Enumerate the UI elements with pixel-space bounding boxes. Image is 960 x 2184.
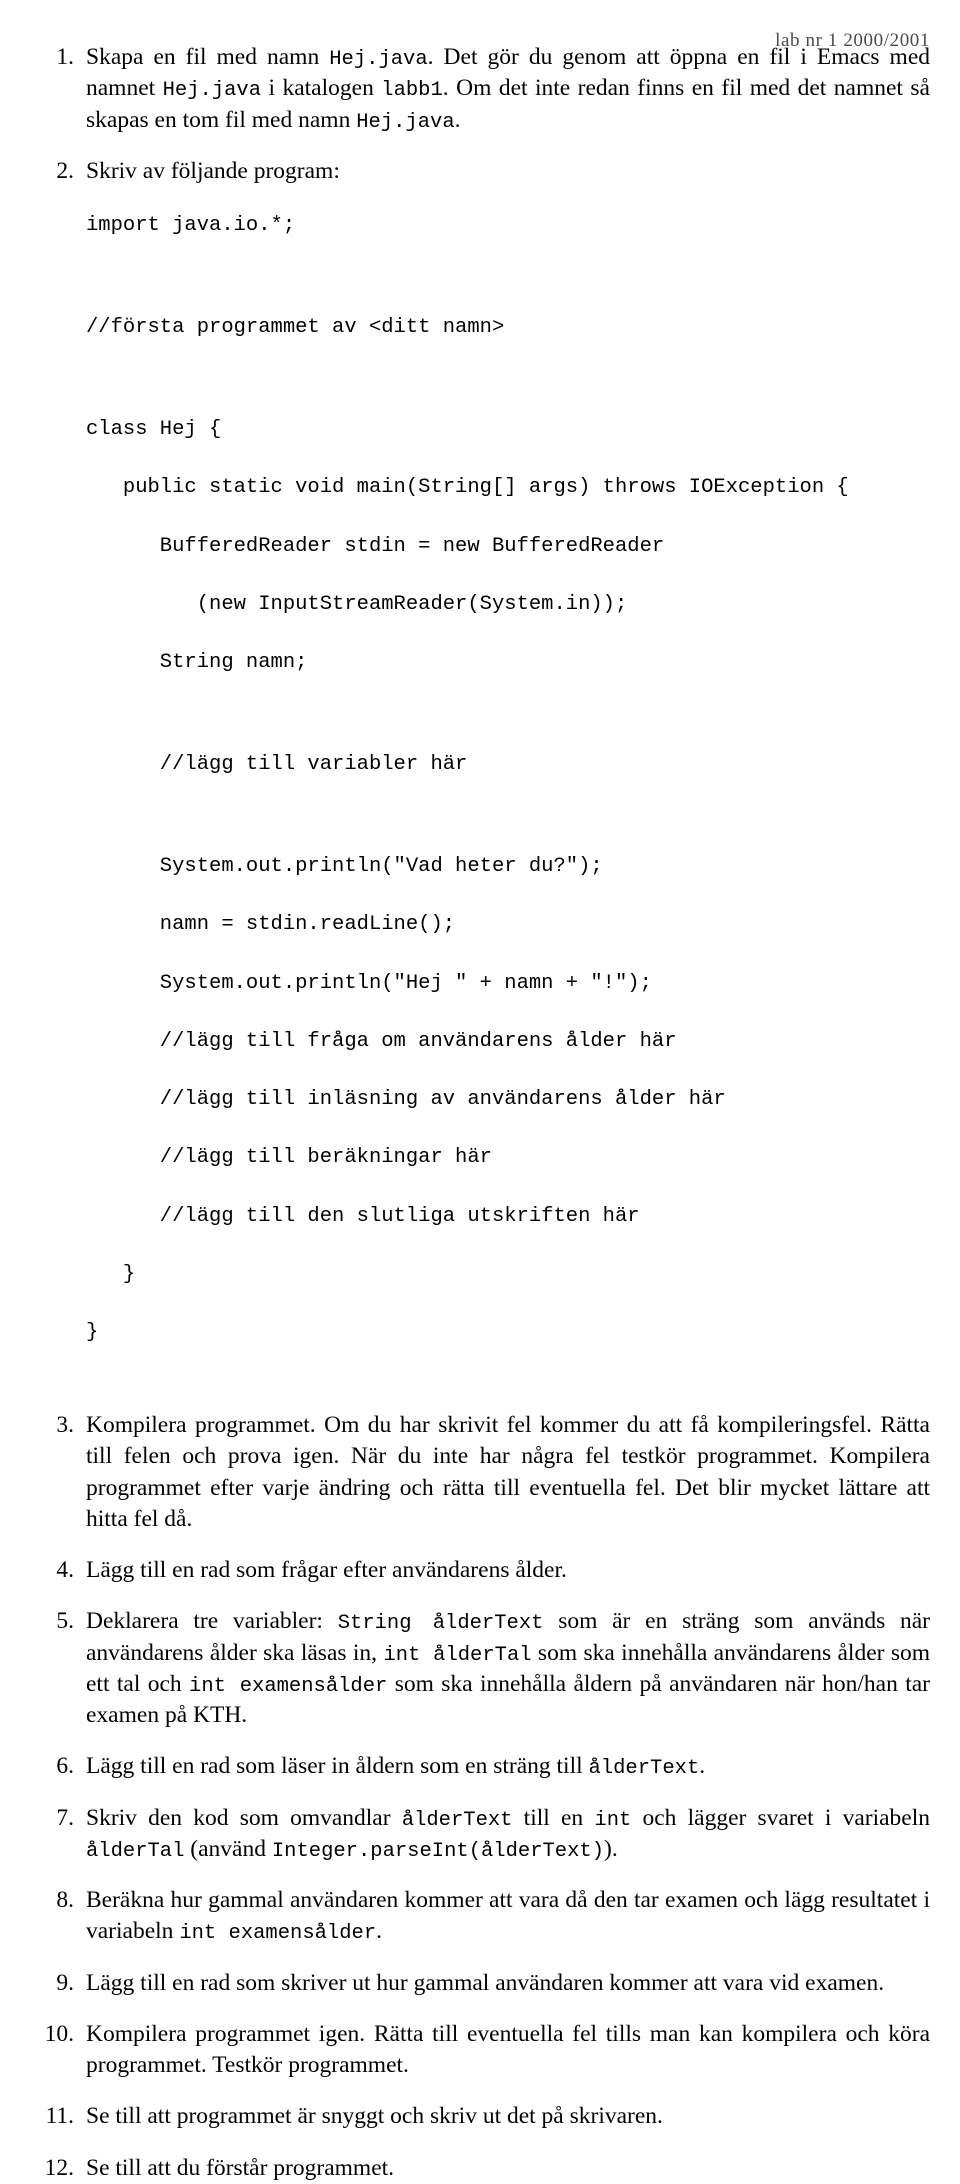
- lab-step-12: 12. Se till att du förstår programmet.: [30, 2153, 930, 2184]
- step-text: Skriv den kod som omvandlar ålderText ti…: [86, 1804, 930, 1863]
- code-line: public static void main(String[] args) t…: [86, 476, 849, 500]
- prose-text: i katalogen: [261, 75, 382, 102]
- prose-text: Deklarera tre variabler:: [86, 1608, 338, 1635]
- step-text: Kompilera programmet. Om du har skrivit …: [86, 1412, 930, 1532]
- inline-code: int: [594, 1808, 632, 1832]
- prose-text: Se till att du förstår programmet.: [86, 2154, 395, 2181]
- document-page: lab nr 1 2000/2001 1. Skapa en fil med na…: [0, 30, 960, 2181]
- lab-steps-list: 1. Skapa en fil med namn Hej.java. Det gö…: [30, 42, 930, 2184]
- prose-text: till en: [512, 1804, 595, 1831]
- code-line: namn = stdin.readLine();: [86, 913, 456, 937]
- step-text: Lägg till en rad som skriver ut hur gamm…: [86, 1970, 884, 1996]
- step-number: 2.: [56, 157, 74, 184]
- step-number: 11.: [45, 2103, 74, 2130]
- prose-text: Skriv av följande program:: [86, 157, 340, 184]
- inline-code: ålderText: [401, 1808, 513, 1832]
- lab-step-5: 5. Deklarera tre variabler: String ålderT…: [30, 1606, 930, 1731]
- inline-code: String ålderText: [337, 1612, 544, 1636]
- prose-text: (använd: [184, 1835, 272, 1862]
- lab-step-2: 2. Skriv av följande program:: [30, 156, 930, 187]
- code-line: class Hej {: [86, 418, 222, 442]
- step-text: Lägg till en rad som läser in åldern som…: [86, 1753, 706, 1781]
- code-line: System.out.println("Vad heter du?");: [86, 855, 603, 879]
- step-number: 4.: [56, 1557, 74, 1584]
- inline-code: Hej.java: [162, 79, 262, 103]
- code-line: System.out.println("Hej " + namn + "!");: [86, 971, 652, 995]
- step-number: 12.: [44, 2154, 74, 2181]
- lab-step-10: 10. Kompilera programmet igen. Rätta till…: [30, 2019, 930, 2082]
- code-line: //lägg till den slutliga utskriften här: [86, 1204, 640, 1228]
- step-number: 10.: [44, 2020, 74, 2047]
- lab-step-4: 4. Lägg till en rad som frågar efter anvä…: [30, 1555, 930, 1586]
- prose-text: Lägg till en rad som läser in åldern som…: [86, 1753, 589, 1780]
- lab-step-6: 6. Lägg till en rad som läser in åldern s…: [30, 1751, 930, 1782]
- step-number: 9.: [56, 1969, 74, 1996]
- step-text: Se till att programmet är snyggt och skr…: [86, 2103, 663, 2129]
- code-line: //lägg till beräkningar här: [86, 1146, 492, 1170]
- step-number: 3.: [56, 1412, 74, 1439]
- code-line: //första programmet av <ditt namn>: [86, 316, 505, 340]
- lab-step-1: 1. Skapa en fil med namn Hej.java. Det gö…: [30, 42, 930, 136]
- code-line: //lägg till inläsning av användarens åld…: [86, 1088, 726, 1112]
- prose-text: Se till att programmet är snyggt och skr…: [86, 2103, 663, 2130]
- code-line: }: [86, 1320, 99, 1344]
- inline-code: int examensålder: [179, 1922, 377, 1946]
- prose-text: .: [699, 1753, 706, 1780]
- inline-code: int examensålder: [189, 1674, 388, 1698]
- code-line: }: [86, 1262, 136, 1286]
- prose-text: Kompilera programmet igen. Rätta till ev…: [86, 2020, 930, 2079]
- step-text: Deklarera tre variabler: String ålderTex…: [86, 1608, 930, 1728]
- prose-text: ).: [604, 1835, 618, 1862]
- step-text: Kompilera programmet igen. Rätta till ev…: [86, 2021, 930, 2078]
- java-code-listing: import java.io.*; //första programmet av…: [30, 211, 930, 1376]
- step-text: Skapa en fil med namn Hej.java. Det gör …: [86, 44, 930, 134]
- prose-text: Skapa en fil med namn: [86, 44, 330, 70]
- step-number: 6.: [56, 1753, 74, 1780]
- inline-code: ålderText: [588, 1757, 700, 1781]
- code-line: BufferedReader stdin = new BufferedReade…: [86, 534, 665, 558]
- lab-step-7: 7. Skriv den kod som omvandlar ålderText …: [30, 1803, 930, 1866]
- step-number: 7.: [56, 1804, 74, 1831]
- prose-text: Kompilera programmet. Om du har skrivit …: [86, 1412, 930, 1532]
- step-number: 8.: [56, 1887, 74, 1914]
- code-line: String namn;: [86, 651, 308, 675]
- lab-step-8: 8. Beräkna hur gammal användaren kommer a…: [30, 1885, 930, 1948]
- inline-code: labb1: [381, 79, 443, 103]
- step-text: Beräkna hur gammal användaren kommer att…: [86, 1887, 930, 1946]
- code-line: (new InputStreamReader(System.in));: [86, 592, 628, 616]
- step-number: 5.: [56, 1608, 74, 1635]
- lab-step-3: 3. Kompilera programmet. Om du har skrivi…: [30, 1410, 930, 1535]
- inline-code: Hej.java: [356, 110, 455, 134]
- code-line: //lägg till fråga om användarens ålder h…: [86, 1029, 677, 1053]
- prose-text: Skriv den kod som omvandlar: [86, 1804, 402, 1831]
- inline-code: int ålderTal: [383, 1643, 532, 1667]
- inline-code: ålderTal: [86, 1839, 185, 1863]
- prose-text: Lägg till en rad som frågar efter använd…: [86, 1557, 567, 1584]
- prose-text: .: [376, 1918, 383, 1945]
- lab-step-11: 11. Se till att programmet är snyggt och …: [30, 2101, 930, 2132]
- code-line: import java.io.*;: [86, 214, 296, 237]
- inline-code: Hej.java: [329, 48, 428, 71]
- step-text: Se till att du förstår programmet.: [86, 2155, 394, 2181]
- code-line: //lägg till variabler här: [86, 753, 468, 777]
- step-text: Skriv av följande program:: [86, 158, 340, 184]
- lab-step-9: 9. Lägg till en rad som skriver ut hur ga…: [30, 1968, 930, 1999]
- prose-text: och lägger svaret i variabeln: [631, 1804, 930, 1831]
- inline-code: Integer.parseInt(ålderText): [271, 1839, 605, 1863]
- prose-text: Lägg till en rad som skriver ut hur gamm…: [86, 1969, 885, 1996]
- prose-text: .: [454, 106, 461, 133]
- step-number: 1.: [56, 44, 74, 70]
- step-text: Lägg till en rad som frågar efter använd…: [86, 1557, 567, 1583]
